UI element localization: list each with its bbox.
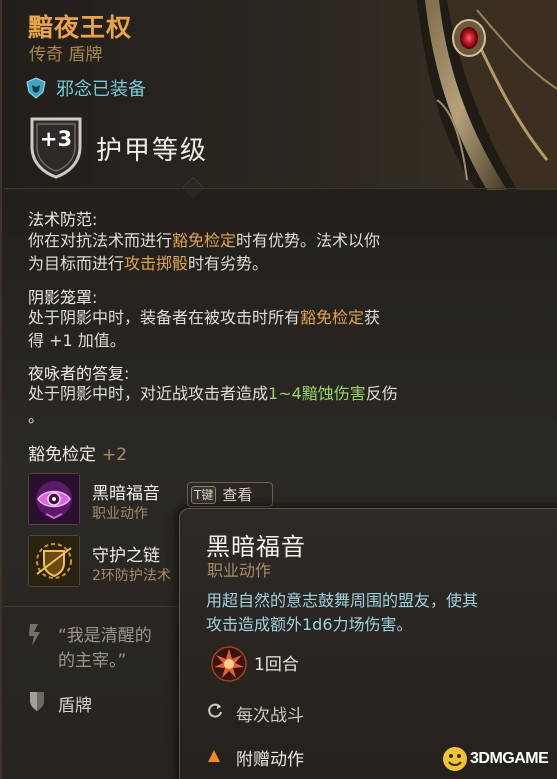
sun-burst-icon	[211, 646, 247, 682]
spell-type: 2环防护法术	[92, 568, 171, 584]
shield-category-icon	[30, 692, 44, 711]
passive-title-nightsong-reply: 夜咏者的答复:	[28, 364, 130, 383]
spell-name: 黑暗福音	[92, 484, 160, 504]
tooltip-description: 用超自然的意志鼓舞周围的盟友，使其 攻击造成额外1d6力场伤害。	[206, 591, 479, 634]
keybind-t: T键	[191, 485, 217, 504]
header-divider	[4, 188, 557, 189]
tooltip-action-cost: 附赠动作	[236, 750, 304, 770]
inspect-button[interactable]: T键 查看	[187, 482, 273, 507]
item-rarity-type: 传奇 盾牌	[29, 45, 103, 65]
armor-class-label: 护甲等级	[96, 136, 209, 166]
quote-mark-icon	[29, 624, 40, 646]
watermark-text: 3DMGAME	[470, 750, 549, 767]
triangle-icon	[208, 750, 220, 762]
passive-desc-shadow-veil: 处于阴影中时，装备者在被攻击时所有豁免检定获 得 +1 加值。	[28, 308, 381, 350]
item-category: 盾牌	[58, 696, 92, 716]
passive-title-spell-defense: 法术防范:	[28, 210, 98, 229]
refresh-icon	[208, 703, 222, 718]
guardian-chain-icon[interactable]	[28, 535, 80, 587]
dark-eye-icon[interactable]	[28, 473, 80, 525]
passive-title-shadow-veil: 阴影笼罩:	[28, 288, 98, 307]
passive-desc-spell-defense: 你在对抗法术而进行豁免检定时有优势。法术以你 为目标而进行攻击掷骰时有劣势。	[28, 231, 381, 273]
shield-mask-icon	[26, 77, 46, 99]
flavor-quote: “我是清醒的 的主宰。”	[58, 626, 152, 671]
armor-class-badge: +3	[28, 115, 84, 179]
saving-throw-bonus: 豁免检定 +2	[28, 440, 127, 465]
saves-label: 豁免检定	[28, 445, 96, 465]
spell-name: 守护之链	[92, 546, 160, 566]
tooltip-duration: 1回合	[254, 655, 299, 675]
passive-desc-nightsong-reply: 处于阴影中时，对近战攻击者造成1~4黯蚀伤害反伤 。	[28, 384, 398, 426]
armor-bonus-value: +3	[39, 127, 73, 151]
equipped-status-label: 邪念已装备	[56, 79, 146, 100]
watermark-logo-icon	[443, 747, 467, 771]
equipped-status: 邪念已装备	[26, 76, 146, 100]
action-tooltip-popup: 黑暗福音 职业动作 用超自然的意志鼓舞周围的盟友，使其 攻击造成额外1d6力场伤害…	[179, 508, 557, 779]
inspect-label: 查看	[222, 486, 253, 504]
shield-artwork	[417, 0, 557, 190]
saves-value: +2	[102, 445, 128, 465]
spell-type: 职业动作	[92, 506, 148, 522]
item-name: 黯夜王权	[28, 13, 133, 42]
tooltip-recharge: 每次战斗	[236, 706, 304, 726]
site-watermark: 3DMGAME	[440, 744, 557, 774]
tooltip-type: 职业动作	[207, 561, 272, 580]
